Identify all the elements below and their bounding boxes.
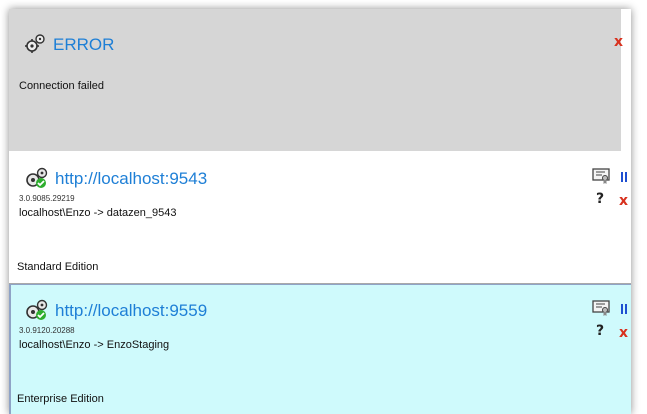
server-url[interactable]: http://localhost:9559: [55, 302, 207, 320]
server-connection: localhost\Enzo -> EnzoStaging: [19, 339, 170, 351]
error-title: ERROR: [53, 35, 115, 54]
close-button[interactable]: x: [614, 35, 623, 49]
server-edition: Enterprise Edition: [17, 393, 104, 405]
help-icon[interactable]: ?: [596, 324, 604, 338]
error-message: Connection failed: [19, 80, 105, 92]
scroll-strip: [621, 9, 631, 151]
certificate-icon[interactable]: [592, 300, 610, 316]
gears-check-icon: [26, 167, 48, 188]
server-panel-enterprise[interactable]: http://localhost:9559 3.0.9120.20288 loc…: [9, 284, 631, 414]
close-button[interactable]: x: [619, 194, 628, 208]
server-version: 3.0.9120.20288: [19, 326, 75, 335]
help-icon[interactable]: ?: [596, 192, 604, 206]
server-connection: localhost\Enzo -> datazen_9543: [19, 207, 177, 219]
error-panel: ERROR Connection failed x: [9, 9, 631, 151]
close-button[interactable]: x: [619, 326, 628, 340]
server-version: 3.0.9085.29219: [19, 194, 75, 203]
certificate-icon[interactable]: [592, 168, 610, 184]
server-list: ERROR Connection failed x http://localho…: [9, 9, 631, 414]
pause-icon[interactable]: [621, 172, 627, 182]
server-panel-standard[interactable]: http://localhost:9543 3.0.9085.29219 loc…: [9, 152, 631, 284]
server-url[interactable]: http://localhost:9543: [55, 170, 207, 188]
gears-check-icon: [26, 299, 48, 320]
pause-icon[interactable]: [621, 304, 627, 314]
server-edition: Standard Edition: [17, 261, 99, 273]
gears-icon: [25, 34, 45, 53]
